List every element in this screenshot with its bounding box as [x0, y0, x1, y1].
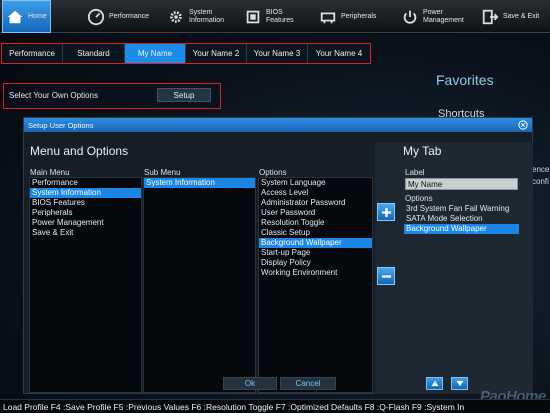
background-text-fragment: confi: [532, 177, 549, 186]
setup-button[interactable]: Setup: [157, 88, 211, 102]
options-item[interactable]: Display Policy: [259, 258, 372, 268]
home-icon: [5, 7, 25, 27]
dialog-title: Setup User Options: [28, 121, 94, 130]
gauge-icon: [86, 7, 106, 27]
move-up-button[interactable]: [426, 377, 443, 390]
nav-peripherals-label: Peripherals: [341, 12, 377, 20]
background-text-fragment: ence: [532, 165, 550, 174]
options-list[interactable]: System Language Access Level Administrator…: [258, 177, 373, 393]
main-menu-item[interactable]: Power Management: [30, 218, 141, 228]
cancel-button[interactable]: Cancel: [280, 377, 336, 390]
tab-standard[interactable]: Standard: [63, 44, 125, 63]
plus-icon: [381, 207, 391, 217]
label-heading: Label: [405, 168, 425, 177]
sub-menu-item[interactable]: System Information: [144, 178, 255, 188]
favorites-tabs: Performance Standard My Name Your Name 2…: [1, 43, 371, 64]
nav-performance[interactable]: Performance: [86, 0, 154, 33]
nav-system-information[interactable]: System Information: [166, 0, 236, 33]
options-item[interactable]: Background Wallpaper: [259, 238, 372, 248]
select-own-options-row: Select Your Own Options Setup: [3, 83, 221, 109]
move-down-button[interactable]: [451, 377, 468, 390]
my-tab-option-item[interactable]: Background Wallpaper: [404, 224, 519, 234]
arrow-up-icon: [431, 380, 438, 387]
options-item[interactable]: System Language: [259, 178, 372, 188]
options-item[interactable]: Working Environment: [259, 268, 372, 278]
sub-menu-list[interactable]: System Information: [143, 177, 256, 393]
ok-button[interactable]: Ok: [223, 377, 277, 390]
options-item[interactable]: Start-up Page: [259, 248, 372, 258]
my-tab-option-item[interactable]: 3rd System Fan Fail Warning: [404, 204, 519, 214]
main-menu-item[interactable]: BIOS Features: [30, 198, 141, 208]
options-item[interactable]: Administrator Password: [259, 198, 372, 208]
options-item[interactable]: Classic Setup: [259, 228, 372, 238]
main-menu-item[interactable]: Performance: [30, 178, 141, 188]
my-tab-option-item[interactable]: SATA Mode Selection: [404, 214, 519, 224]
exit-door-icon: [480, 7, 500, 27]
nav-peripherals[interactable]: Peripherals: [318, 0, 386, 33]
main-menu-list[interactable]: Performance System Information BIOS Featur…: [29, 177, 142, 393]
options-item[interactable]: Access Level: [259, 188, 372, 198]
nav-power-management-label: Power Management: [423, 8, 464, 24]
minus-icon: [381, 274, 391, 278]
main-menu-item[interactable]: Peripherals: [30, 208, 141, 218]
remove-option-button[interactable]: [377, 267, 395, 285]
label-input[interactable]: My Name: [405, 178, 518, 190]
label-input-value: My Name: [408, 180, 443, 189]
dialog-titlebar: Setup User Options: [24, 118, 532, 132]
main-menu-item[interactable]: Save & Exit: [30, 228, 141, 238]
nav-bios-features[interactable]: BIOS Features: [243, 0, 303, 33]
tab-your-name-4[interactable]: Your Name 4: [308, 44, 370, 63]
tab-my-name[interactable]: My Name: [125, 44, 186, 63]
top-navigation-bar: Home Performance System Information BIOS…: [0, 0, 550, 33]
options-item[interactable]: User Password: [259, 208, 372, 218]
nav-home[interactable]: Home: [2, 0, 51, 33]
arrow-down-icon: [456, 380, 463, 387]
peripherals-icon: [318, 7, 338, 27]
menu-and-options-heading: Menu and Options: [30, 144, 129, 158]
power-icon: [400, 7, 420, 27]
bios-chip-icon: [243, 7, 263, 27]
my-tab-options-heading: Options: [405, 194, 433, 203]
close-icon[interactable]: [517, 119, 529, 131]
nav-power-management[interactable]: Power Management: [400, 0, 468, 33]
tab-your-name-2[interactable]: Your Name 2: [186, 44, 247, 63]
my-tab-options-list[interactable]: 3rd System Fan Fail Warning SATA Mode Sel…: [404, 204, 519, 379]
hotkey-status-text: Load Profile F4 :Save Profile F5 :Previo…: [3, 402, 465, 412]
options-item[interactable]: Resolution Toggle: [259, 218, 372, 228]
sub-menu-heading: Sub Menu: [144, 168, 181, 177]
my-tab-heading: My Tab: [403, 144, 442, 158]
gear-icon: [166, 7, 186, 27]
nav-bios-features-label: BIOS Features: [266, 8, 294, 24]
nav-system-information-label: System Information: [189, 8, 225, 24]
favorites-heading: Favorites: [436, 72, 494, 88]
nav-save-exit[interactable]: Save & Exit: [480, 0, 548, 33]
add-option-button[interactable]: [377, 203, 395, 221]
nav-performance-label: Performance: [109, 12, 150, 20]
hotkey-status-bar: Load Profile F4 :Save Profile F5 :Previo…: [0, 399, 550, 413]
main-menu-item[interactable]: System Information: [30, 188, 141, 198]
nav-save-exit-label: Save & Exit: [503, 12, 540, 20]
options-heading: Options: [259, 168, 287, 177]
nav-home-label: Home: [28, 12, 47, 20]
tab-performance[interactable]: Performance: [2, 44, 63, 63]
setup-user-options-dialog: Setup User Options Menu and Options Main…: [23, 117, 533, 394]
main-menu-heading: Main Menu: [30, 168, 70, 177]
tab-your-name-3[interactable]: Your Name 3: [247, 44, 308, 63]
select-own-options-label: Select Your Own Options: [9, 91, 98, 100]
